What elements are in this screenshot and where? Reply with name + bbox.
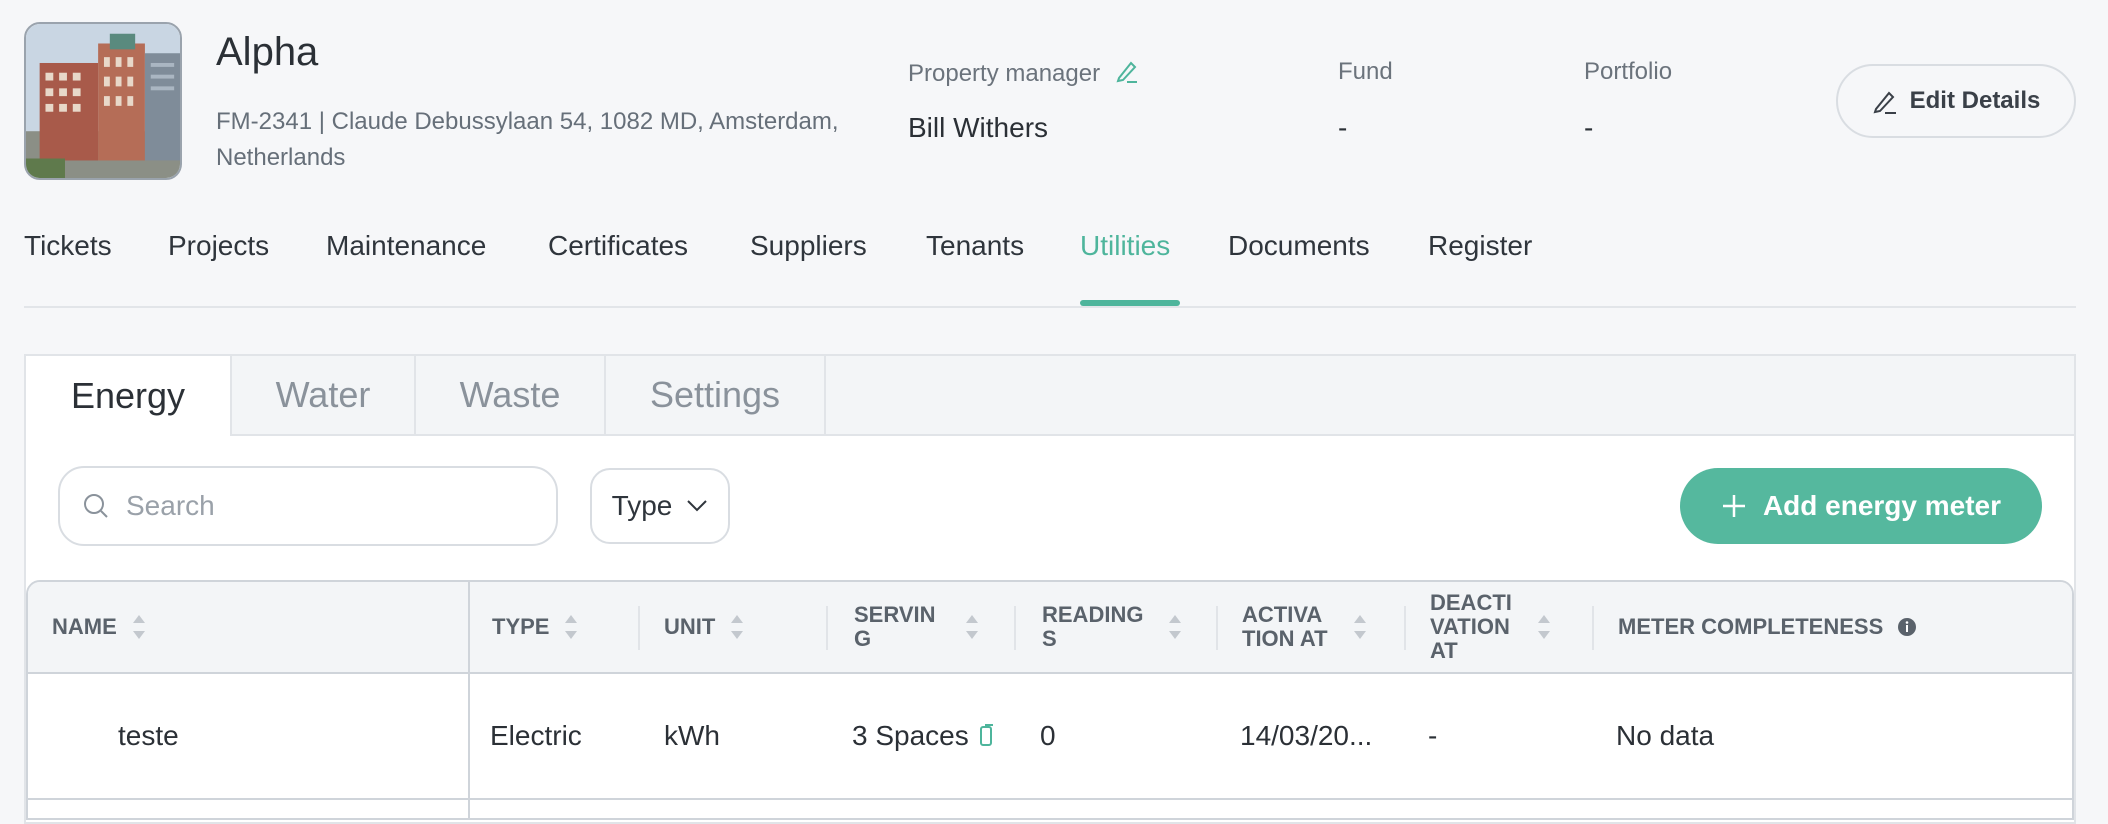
column-header-name[interactable]: NAME <box>52 582 147 672</box>
table-header: NAME TYPE UNIT SERVIN G READING S ACTIVA… <box>28 582 2072 674</box>
column-header-serving[interactable]: SERVIN G <box>854 582 980 672</box>
fund-value: - <box>1338 112 1348 143</box>
column-header-readings[interactable]: READING S <box>1042 582 1183 672</box>
table-row[interactable]: teste Electric kWh 3 Spaces 0 14/03/20..… <box>28 674 2072 800</box>
cell-unit: kWh <box>664 720 720 751</box>
column-divider <box>826 606 828 650</box>
property-image <box>24 22 182 180</box>
column-header-deactivation-at-text: DEACTI VATION AT <box>1430 590 1512 663</box>
energy-meters-table: NAME TYPE UNIT SERVIN G READING S ACTIVA… <box>26 580 2074 820</box>
column-header-meter-completeness[interactable]: METER COMPLETENESS <box>1618 582 1917 672</box>
tab-tenants[interactable]: Tenants <box>926 230 1024 262</box>
sort-icon <box>731 615 744 639</box>
column-header-name-text: NAME <box>52 614 117 639</box>
sort-icon <box>965 615 978 639</box>
info-icon[interactable] <box>1897 617 1917 637</box>
edit-details-label: Edit Details <box>1909 87 2041 114</box>
fund-label: Fund <box>1338 58 1393 85</box>
column-header-activation-at[interactable]: ACTIVA TION AT <box>1242 582 1368 672</box>
type-filter-label: Type <box>611 490 673 521</box>
column-header-type[interactable]: TYPE <box>492 582 579 672</box>
type-filter-dropdown[interactable]: Type <box>590 468 730 544</box>
pencil-icon[interactable] <box>1115 58 1139 91</box>
cell-readings: 0 <box>1040 720 1056 751</box>
column-divider <box>1014 606 1016 650</box>
chevron-down-icon <box>687 500 708 512</box>
search-box <box>58 466 558 546</box>
column-header-type-text: TYPE <box>492 614 550 639</box>
edit-details-button[interactable]: Edit Details <box>1836 64 2076 138</box>
column-header-serving-text: SERVIN G <box>854 602 936 651</box>
cell-activation-at: 14/03/20... <box>1240 720 1373 751</box>
column-divider <box>1592 606 1594 650</box>
tab-certificates[interactable]: Certificates <box>548 230 688 262</box>
copy-icon[interactable] <box>977 723 995 749</box>
tab-projects[interactable]: Projects <box>168 230 269 262</box>
cell-name[interactable]: teste <box>118 674 179 798</box>
property-title: Alpha <box>216 30 319 74</box>
property-manager-value: Bill Withers <box>908 112 1049 143</box>
plus-icon <box>1722 495 1745 517</box>
sort-icon <box>1169 615 1182 639</box>
search-input[interactable] <box>124 489 508 523</box>
column-divider <box>638 606 640 650</box>
portfolio-label: Portfolio <box>1584 58 1673 85</box>
column-header-deactivation-at[interactable]: DEACTI VATION AT <box>1430 582 1552 672</box>
column-header-readings-text: READING S <box>1042 602 1144 651</box>
cell-serving-text: 3 Spaces <box>852 720 969 751</box>
active-tab-indicator <box>1080 300 1180 306</box>
sub-tab-water[interactable]: Water <box>232 356 416 434</box>
property-address: FM-2341 | Claude Debussylaan 54, 1082 MD… <box>216 108 839 171</box>
tab-documents[interactable]: Documents <box>1228 230 1370 262</box>
tab-suppliers[interactable]: Suppliers <box>750 230 867 262</box>
sub-tab-bar: Energy Water Waste Settings <box>26 356 2074 436</box>
tab-tickets[interactable]: Tickets <box>24 230 112 262</box>
cell-meter-completeness: No data <box>1616 720 1715 751</box>
cell-serving: 3 Spaces <box>852 674 995 798</box>
tab-register[interactable]: Register <box>1428 230 1532 262</box>
sort-icon <box>132 615 145 639</box>
add-energy-meter-label: Add energy meter <box>1762 490 2002 521</box>
pencil-icon <box>1873 91 1896 114</box>
column-header-unit[interactable]: UNIT <box>664 582 745 672</box>
tab-utilities[interactable]: Utilities <box>1080 230 1170 262</box>
sub-tab-waste[interactable]: Waste <box>416 356 606 434</box>
column-divider <box>1216 606 1218 650</box>
column-divider <box>1404 606 1406 650</box>
sort-icon <box>1353 615 1366 639</box>
property-manager-label: Property manager <box>908 58 1139 91</box>
property-manager-label-text: Property manager <box>908 59 1101 87</box>
portfolio-value: - <box>1584 112 1594 143</box>
sort-icon <box>565 615 578 639</box>
cell-deactivation-at: - <box>1428 720 1438 751</box>
building-photo <box>26 24 180 178</box>
add-energy-meter-button[interactable]: Add energy meter <box>1680 468 2042 544</box>
column-header-activation-at-text: ACTIVA TION AT <box>1242 602 1328 651</box>
column-header-meter-completeness-text: METER COMPLETENESS <box>1618 614 1884 639</box>
sort-icon <box>1537 615 1550 639</box>
sub-tab-energy[interactable]: Energy <box>26 356 232 436</box>
column-header-unit-text: UNIT <box>664 614 716 639</box>
tab-maintenance[interactable]: Maintenance <box>326 230 486 262</box>
search-icon <box>84 494 108 518</box>
cell-type: Electric <box>490 720 582 751</box>
sub-tab-settings[interactable]: Settings <box>606 356 826 434</box>
main-tab-bar: Tickets Projects Maintenance Certificate… <box>24 230 2076 308</box>
